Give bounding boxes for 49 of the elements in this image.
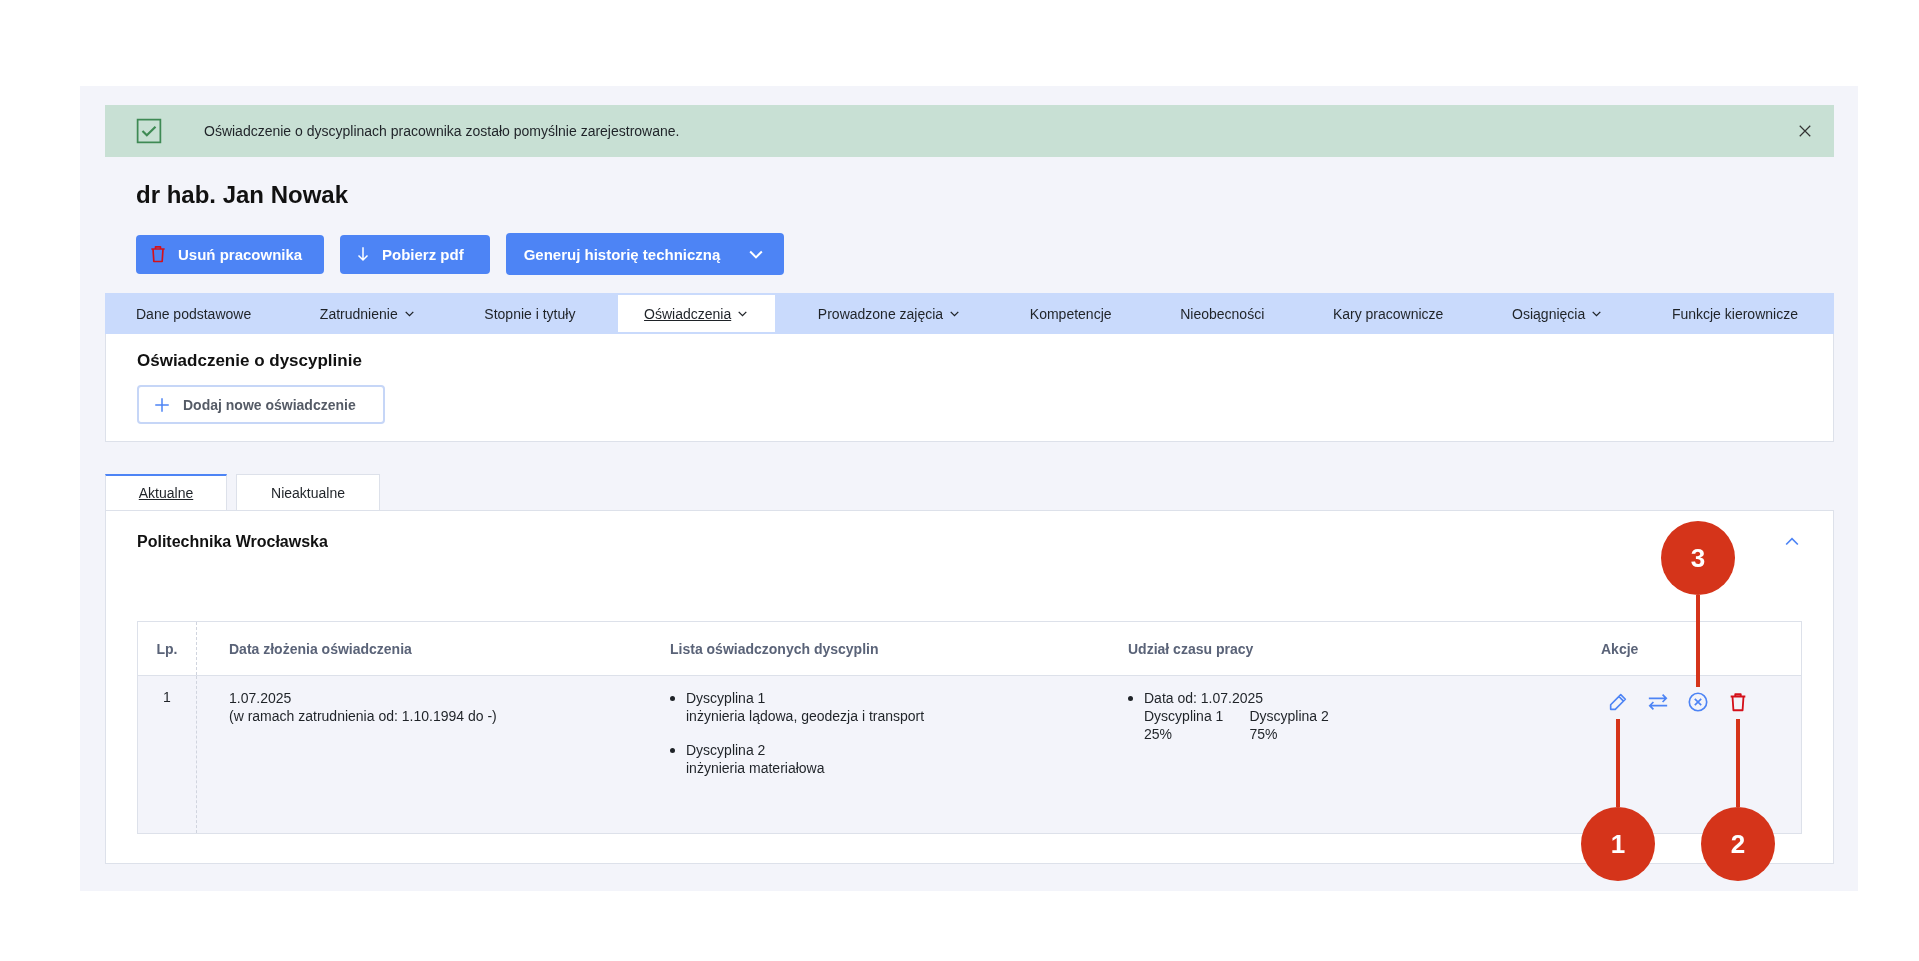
column-header: Data złożenia oświadczenia	[229, 640, 412, 657]
pencil-icon	[1607, 691, 1629, 713]
share-percent: 25%	[1144, 725, 1174, 743]
status-tab[interactable]: Aktualne	[105, 474, 227, 510]
bullet-icon	[1128, 696, 1133, 701]
nav-tab[interactable]: Nieobecności	[1154, 293, 1291, 334]
nav-tab[interactable]: Zatrudnienie	[293, 293, 442, 334]
delete-employee-button[interactable]: Usuń pracownika	[136, 234, 324, 274]
trash-icon	[148, 244, 168, 264]
column-header: Akcje	[1601, 640, 1639, 657]
download-pdf-button[interactable]: Pobierz pdf	[340, 234, 490, 274]
share-discipline: Dyscyplina 1	[1144, 707, 1224, 725]
callout-badge: 1	[1581, 807, 1655, 881]
table-cell: 1	[138, 676, 197, 833]
column-header: Udział czasu pracy	[1128, 640, 1254, 657]
discipline-field: inżynieria materiałowa	[686, 759, 825, 777]
callout-badge: 3	[1661, 521, 1735, 595]
share-percent: 75%	[1249, 725, 1279, 743]
share-date: Data od: 1.07.2025	[1144, 689, 1265, 707]
nav-tab[interactable]: Dane podstawowe	[110, 293, 278, 334]
callout-badge: 2	[1701, 807, 1775, 881]
nav-tab[interactable]: Prowadzone zajęcia	[791, 293, 988, 334]
nav-tab[interactable]: Kary pracownicze	[1306, 293, 1470, 334]
discipline-name: Dyscyplina 2	[686, 741, 767, 759]
nav-tab[interactable]: Oświadczenia	[618, 295, 776, 332]
cancel-circle-icon	[1687, 691, 1709, 713]
generate-history-button[interactable]: Generuj historię techniczną	[506, 233, 784, 275]
nav-tab[interactable]: Kompetencje	[1003, 293, 1138, 334]
nav-tab[interactable]: Osiągnięcia	[1486, 293, 1630, 334]
status-tab[interactable]: Nieaktualne	[236, 474, 380, 510]
column-header: Lp.	[156, 640, 178, 657]
nav-tab[interactable]: Stopnie i tytuły	[458, 293, 602, 334]
plus-icon	[153, 395, 171, 414]
bullet-icon	[670, 748, 675, 753]
employee-name: dr hab. Jan Nowak	[136, 181, 350, 209]
checkbox-check-icon	[136, 118, 162, 144]
add-statement-button[interactable]: Dodaj nowe oświadczenie	[137, 385, 385, 424]
nav-tab[interactable]: Funkcje kierownicze	[1645, 293, 1824, 334]
column-header: Lista oświadczonych dyscyplin	[670, 640, 879, 657]
employment-note: (w ramach zatrudnienia od: 1.10.1994 do -)	[229, 707, 498, 725]
bullet-icon	[670, 696, 675, 701]
swap-arrows-icon	[1647, 691, 1669, 713]
share-discipline: Dyscyplina 2	[1249, 707, 1329, 725]
statement-date: 1.07.2025	[229, 689, 293, 707]
discipline-field: inżynieria lądowa, geodezja i transport	[686, 707, 925, 725]
section-title: Oświadczenie o dyscyplinie	[137, 351, 363, 371]
success-message: Oświadczenie o dyscyplinach pracownika zostało pomyślnie zarejestrowane.	[204, 123, 681, 139]
institution-name: Politechnika Wrocławska	[137, 533, 328, 551]
discipline-name: Dyscyplina 1	[686, 689, 767, 707]
